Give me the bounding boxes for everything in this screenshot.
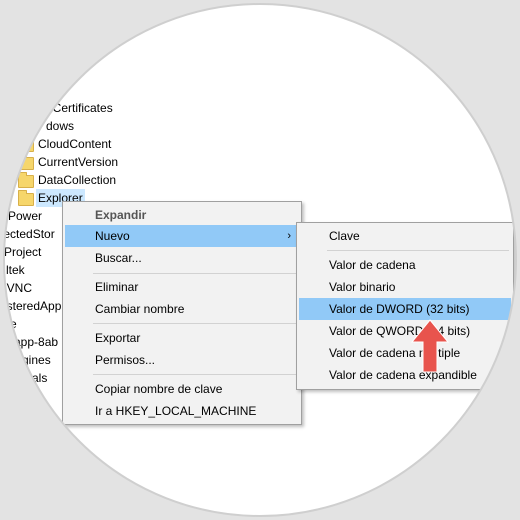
- menu-item-label: Clave: [329, 229, 360, 243]
- tree-item-label: dows: [46, 119, 75, 133]
- tree-item-realtek[interactable]: ltek: [6, 261, 25, 279]
- tree-item-label: isteredApp: [4, 299, 62, 313]
- folder-icon: [18, 154, 34, 170]
- tree-item-label: ltek: [6, 263, 25, 277]
- submenu-arrow-icon: ›: [287, 230, 291, 242]
- menu-separator: [93, 323, 297, 324]
- tree-item-cloudcontent[interactable]: CloudContent: [18, 135, 218, 153]
- menu-item-label: Cambiar nombre: [95, 302, 185, 316]
- tree-item-label: lVNC: [4, 281, 33, 295]
- menu-item-label: Valor de cadena expandible: [329, 368, 477, 382]
- menu-item-buscar[interactable]: Buscar...: [65, 247, 299, 269]
- tree-item-e[interactable]: e: [10, 315, 17, 333]
- folder-icon: [18, 136, 34, 152]
- menu-separator: [93, 273, 297, 274]
- tree-item-label: tectedStor: [0, 227, 55, 241]
- tree-item-registeredapps[interactable]: isteredApp: [4, 297, 61, 315]
- menu-item-eliminar[interactable]: Eliminar: [65, 276, 299, 298]
- tree-item-power[interactable]: Power: [8, 207, 42, 225]
- submenu-item-valor-cadena[interactable]: Valor de cadena: [299, 254, 511, 276]
- folder-icon: [18, 172, 34, 188]
- menu-item-label: Exportar: [95, 331, 141, 345]
- tree-item-label: als: [32, 371, 48, 385]
- tree-item-currentversion[interactable]: CurrentVersion: [18, 153, 218, 171]
- menu-item-copiar-nombre[interactable]: Copiar nombre de clave: [65, 378, 299, 400]
- tree-item-label: app-8ab: [14, 335, 59, 349]
- screenshot-canvas: nCertificates dows CloudContent CurrentV…: [0, 0, 520, 520]
- submenu-item-valor-dword[interactable]: Valor de DWORD (32 bits): [299, 298, 511, 320]
- tree-item-label: nCertificates: [46, 101, 113, 115]
- tree-item-label: e: [10, 317, 17, 331]
- menu-item-label: Valor de DWORD (32 bits): [329, 302, 470, 316]
- submenu-item-valor-cadena-expandible[interactable]: Valor de cadena expandible: [299, 364, 511, 386]
- menu-item-label: Eliminar: [95, 280, 139, 294]
- menu-separator: [93, 374, 297, 375]
- menu-item-permisos[interactable]: Permisos...: [65, 349, 299, 371]
- submenu-nuevo: Clave Valor de cadena Valor binario Valo…: [296, 222, 514, 390]
- tree-item-realvnc[interactable]: lVNC: [4, 279, 32, 297]
- menu-item-label: Copiar nombre de clave: [95, 382, 223, 396]
- menu-item-label: Valor binario: [329, 280, 396, 294]
- menu-item-expandir[interactable]: Expandir: [65, 204, 299, 226]
- tree-item-project[interactable]: Project: [4, 243, 41, 261]
- menu-separator: [327, 250, 509, 251]
- tree-item-datacollection[interactable]: DataCollection: [18, 171, 218, 189]
- tree-item-als[interactable]: als: [32, 369, 47, 387]
- menu-item-label: Nuevo: [95, 229, 130, 243]
- tree-item-label: CloudContent: [38, 137, 112, 151]
- menu-item-label: Permisos...: [95, 353, 156, 367]
- tree-item-windows[interactable]: dows: [46, 117, 74, 135]
- tree-item-app[interactable]: app-8ab: [14, 333, 58, 351]
- tree-item-engines[interactable]: gines: [22, 351, 51, 369]
- menu-item-label: Buscar...: [95, 251, 142, 265]
- context-menu: Expandir Nuevo › Buscar... Eliminar Camb…: [62, 201, 302, 425]
- tree-item-label: CurrentVersion: [38, 155, 119, 169]
- menu-item-cambiar-nombre[interactable]: Cambiar nombre: [65, 298, 299, 320]
- red-arrow-up-icon: [410, 319, 450, 373]
- tree-item-label: gines: [22, 353, 51, 367]
- tree-item-label: DataCollection: [38, 173, 117, 187]
- menu-item-nuevo[interactable]: Nuevo ›: [65, 225, 299, 247]
- folder-icon: [18, 190, 34, 206]
- menu-item-label: Ir a HKEY_LOCAL_MACHINE: [95, 404, 257, 418]
- submenu-item-valor-binario[interactable]: Valor binario: [299, 276, 511, 298]
- tree-item-label: Power: [8, 209, 43, 223]
- menu-item-exportar[interactable]: Exportar: [65, 327, 299, 349]
- tree-item-protectedstorage[interactable]: tectedStor: [0, 225, 55, 243]
- submenu-item-clave[interactable]: Clave: [299, 225, 511, 247]
- menu-item-ir-a-hklm[interactable]: Ir a HKEY_LOCAL_MACHINE: [65, 400, 299, 422]
- tree-item-certificates[interactable]: nCertificates: [46, 99, 113, 117]
- menu-item-label: Expandir: [95, 208, 147, 222]
- submenu-item-valor-cadena-multiple[interactable]: Valor de cadena múltiple: [299, 342, 511, 364]
- menu-item-label: Valor de cadena: [329, 258, 416, 272]
- submenu-item-valor-qword[interactable]: Valor de QWORD (64 bits): [299, 320, 511, 342]
- tree-item-label: Project: [4, 245, 42, 259]
